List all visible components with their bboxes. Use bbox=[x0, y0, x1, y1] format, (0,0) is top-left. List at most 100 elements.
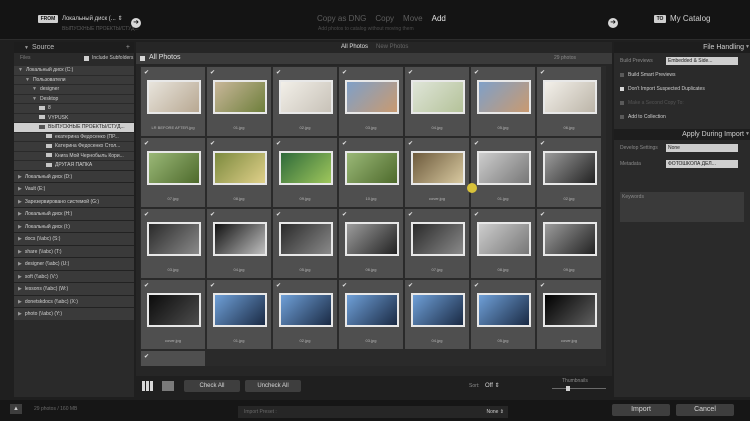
folder-tree-item[interactable]: Книга Мой Чернобыль Кори... bbox=[14, 150, 134, 160]
file-handling-option[interactable]: Build Smart Previews bbox=[614, 69, 750, 81]
build-previews-select[interactable]: Embedded & Side... bbox=[666, 57, 738, 65]
photo-cell[interactable]: ✔ 04.jpg bbox=[404, 66, 470, 137]
photo-checkbox[interactable]: ✔ bbox=[144, 354, 149, 360]
mode-move[interactable]: Move bbox=[403, 14, 423, 23]
volume-item[interactable]: ▶ Vault (E:) bbox=[14, 182, 134, 195]
photo-cell[interactable]: ✔ 01.jpg bbox=[470, 137, 536, 208]
grid-view-icon[interactable] bbox=[142, 381, 154, 391]
photo-checkbox[interactable]: ✔ bbox=[342, 212, 347, 218]
cancel-button[interactable]: Cancel bbox=[676, 404, 734, 416]
volume-item[interactable]: ▶ photo (\\abc) (Y:) bbox=[14, 307, 134, 320]
photo-checkbox[interactable]: ✔ bbox=[144, 212, 149, 218]
photo-cell[interactable]: ✔ 05.jpg bbox=[272, 208, 338, 279]
check-all-button[interactable]: Check All bbox=[184, 380, 240, 392]
photo-cell[interactable]: ✔ 03.jpg bbox=[338, 66, 404, 137]
photo-cell[interactable]: ✔ 02.jpg bbox=[536, 137, 602, 208]
option-checkbox[interactable] bbox=[620, 87, 624, 91]
photo-checkbox[interactable]: ✔ bbox=[210, 212, 215, 218]
volume-item[interactable]: ▶ donetskdocs (\\abc) (X:) bbox=[14, 294, 134, 307]
photo-checkbox[interactable]: ✔ bbox=[144, 70, 149, 76]
slider-handle[interactable] bbox=[566, 386, 571, 391]
folder-tree-item[interactable]: ▼ Локальный диск (C:) bbox=[14, 65, 134, 75]
import-button[interactable]: Import bbox=[612, 404, 670, 416]
photo-cell[interactable]: ✔ 08.jpg bbox=[206, 137, 272, 208]
photo-cell[interactable]: ✔ cover.jpg bbox=[404, 137, 470, 208]
tab-new-photos[interactable]: New Photos bbox=[376, 44, 408, 50]
folder-tree-item[interactable]: ▼ Desktop bbox=[14, 93, 134, 103]
photo-checkbox[interactable]: ✔ bbox=[408, 141, 413, 147]
photo-cell[interactable]: ✔ 07.jpg bbox=[140, 137, 206, 208]
volume-item[interactable]: ▶ share (\\abc) (T:) bbox=[14, 244, 134, 257]
volume-item[interactable]: ▶ lessons (\\abc) (W:) bbox=[14, 282, 134, 295]
photo-checkbox[interactable]: ✔ bbox=[144, 283, 149, 289]
volume-item[interactable]: ▶ Зарезервировано системой (G:) bbox=[14, 194, 134, 207]
volume-item[interactable]: ▶ Локальный диск (H:) bbox=[14, 207, 134, 220]
photo-checkbox[interactable]: ✔ bbox=[540, 141, 545, 147]
photo-checkbox[interactable]: ✔ bbox=[276, 70, 281, 76]
mode-copy[interactable]: Copy bbox=[375, 14, 394, 23]
folder-tree-item[interactable]: ДРУГАЯ ПАПКА bbox=[14, 160, 134, 170]
photo-checkbox[interactable]: ✔ bbox=[276, 283, 281, 289]
photo-cell[interactable]: ✔ 04.jpg bbox=[404, 279, 470, 350]
photo-cell[interactable]: ✔ 02.jpg bbox=[272, 66, 338, 137]
volume-item[interactable]: ▶ Локальный диск (D:) bbox=[14, 169, 134, 182]
apply-during-import-header[interactable]: Apply During Import ▼ bbox=[614, 129, 750, 140]
photo-cell[interactable]: ✔ 09.jpg bbox=[536, 208, 602, 279]
folder-tree-item[interactable]: 8 bbox=[14, 103, 134, 113]
photo-cell[interactable]: ✔ 01.jpg bbox=[206, 66, 272, 137]
photo-cell[interactable]: ✔ 03.jpg bbox=[140, 208, 206, 279]
photo-checkbox[interactable]: ✔ bbox=[408, 212, 413, 218]
photo-cell[interactable]: ✔ 07.jpg bbox=[404, 208, 470, 279]
photo-cell[interactable]: ✔ cover.jpg bbox=[536, 279, 602, 350]
photo-checkbox[interactable]: ✔ bbox=[540, 283, 545, 289]
uncheck-all-button[interactable]: Uncheck All bbox=[245, 380, 301, 392]
sort-select[interactable]: Off ⇕ bbox=[485, 382, 500, 389]
photo-checkbox[interactable]: ✔ bbox=[408, 70, 413, 76]
folder-tree-item[interactable]: ВЫПУСКНЫЕ ПРОЕКТЫ/СТУД... bbox=[14, 122, 134, 132]
photo-checkbox[interactable]: ✔ bbox=[474, 283, 479, 289]
photo-cell[interactable]: ✔ LR BEFORE AFTER.jpg bbox=[140, 66, 206, 137]
file-handling-option[interactable]: Make a Second Copy To: bbox=[614, 97, 750, 109]
develop-settings-select[interactable]: None bbox=[666, 144, 738, 152]
metadata-select[interactable]: ФОТОШКОЛА ДЕЛ... bbox=[666, 160, 738, 168]
photo-checkbox[interactable]: ✔ bbox=[210, 283, 215, 289]
file-handling-option[interactable]: Add to Collection bbox=[614, 111, 750, 123]
photo-checkbox[interactable]: ✔ bbox=[408, 283, 413, 289]
option-checkbox[interactable] bbox=[620, 101, 624, 105]
select-all-checkbox[interactable] bbox=[140, 56, 145, 61]
photo-checkbox[interactable]: ✔ bbox=[474, 141, 479, 147]
option-checkbox[interactable] bbox=[620, 115, 624, 119]
photo-checkbox[interactable]: ✔ bbox=[540, 70, 545, 76]
import-preset-select[interactable]: Import Preset : None ⇕ bbox=[238, 406, 508, 418]
file-handling-header[interactable]: File Handling ▼ bbox=[614, 42, 750, 53]
option-checkbox[interactable] bbox=[620, 73, 624, 77]
photo-checkbox[interactable]: ✔ bbox=[210, 70, 215, 76]
include-subfolders-checkbox[interactable] bbox=[84, 56, 89, 61]
loupe-view-icon[interactable] bbox=[162, 381, 174, 391]
photo-checkbox[interactable]: ✔ bbox=[474, 70, 479, 76]
volume-item[interactable]: ▶ Локальный диск (I:) bbox=[14, 219, 134, 232]
folder-tree-item[interactable]: ▼ designer bbox=[14, 84, 134, 94]
photo-cell[interactable]: ✔ 02.jpg bbox=[272, 279, 338, 350]
photo-cell[interactable]: ✔ 05.jpg bbox=[470, 279, 536, 350]
photo-cell[interactable]: ✔ 09.jpg bbox=[272, 137, 338, 208]
photo-checkbox[interactable]: ✔ bbox=[276, 141, 281, 147]
photo-cell[interactable]: ✔ 10.jpg bbox=[338, 137, 404, 208]
photo-checkbox[interactable]: ✔ bbox=[342, 141, 347, 147]
photo-checkbox[interactable]: ✔ bbox=[276, 212, 281, 218]
source-selector[interactable]: Локальный диск (... ⇕ bbox=[62, 15, 123, 23]
photo-cell[interactable]: ✔ 08.jpg bbox=[470, 208, 536, 279]
volume-item[interactable]: ▶ soft (\\abc) (V:) bbox=[14, 269, 134, 282]
volume-item[interactable]: ▶ designer (\\abc) (U:) bbox=[14, 257, 134, 270]
photo-checkbox[interactable]: ✔ bbox=[540, 212, 545, 218]
mode-copy-as-dng[interactable]: Copy as DNG bbox=[317, 14, 366, 23]
folder-tree-item[interactable]: ▼ Пользователи bbox=[14, 74, 134, 84]
photo-cell[interactable]: ✔ cover.jpg bbox=[140, 279, 206, 350]
mode-add[interactable]: Add bbox=[432, 14, 446, 23]
file-handling-option[interactable]: Don't Import Suspected Duplicates bbox=[614, 83, 750, 95]
folder-tree-item[interactable]: VYPUSK bbox=[14, 112, 134, 122]
volume-item[interactable]: ▶ docs (\\abc) (S:) bbox=[14, 232, 134, 245]
photo-cell[interactable]: ✔ 05.jpg bbox=[470, 66, 536, 137]
photo-checkbox[interactable]: ✔ bbox=[210, 141, 215, 147]
photo-checkbox[interactable]: ✔ bbox=[144, 141, 149, 147]
